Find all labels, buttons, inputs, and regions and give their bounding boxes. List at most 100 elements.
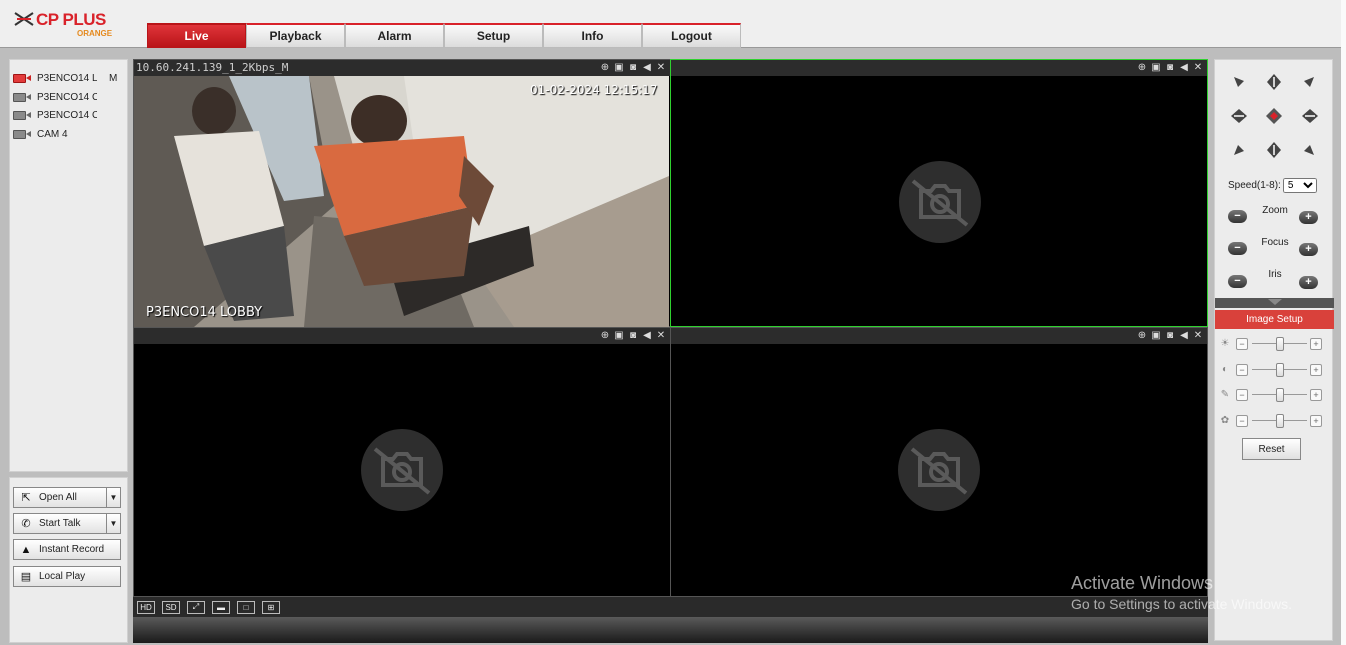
start-talk-dropdown[interactable]: ▼ [106, 514, 120, 533]
audio-icon[interactable]: ◀ [641, 61, 653, 74]
iris-close-button[interactable]: − [1228, 275, 1247, 288]
zoom-icon[interactable]: ⊕ [1136, 61, 1148, 74]
zoom-icon[interactable]: ⊕ [599, 329, 611, 342]
ptz-center-icon[interactable] [1264, 106, 1284, 126]
brightness-decrease-button[interactable]: − [1236, 338, 1248, 350]
close-icon[interactable]: ✕ [655, 329, 667, 342]
pane-titlebar: ⊕ ▣ ◙ ◀ ✕ [671, 60, 1207, 76]
no-video-camera-icon [899, 161, 981, 243]
sd-stream-icon[interactable]: SD [162, 600, 180, 614]
single-view-icon[interactable]: □ [237, 600, 255, 614]
video-statusbar [133, 617, 1208, 643]
hue-increase-button[interactable]: + [1310, 415, 1322, 427]
record-icon[interactable]: ◙ [1164, 329, 1176, 342]
open-all-icon: ⇱ [21, 492, 31, 504]
ptz-right-icon[interactable] [1300, 106, 1320, 126]
saturation-slider-row: ✎ − + [1217, 388, 1332, 402]
pane-tools: ⊕ ▣ ◙ ◀ ✕ [599, 329, 667, 342]
tab-alarm[interactable]: Alarm [345, 23, 444, 48]
collapse-toggle[interactable] [1215, 298, 1334, 308]
zoom-out-button[interactable]: − [1228, 210, 1247, 223]
record-icon[interactable]: ◙ [627, 61, 639, 74]
saturation-slider-thumb[interactable] [1275, 388, 1284, 402]
contrast-icon: ◐ [1221, 364, 1229, 375]
timestamp-overlay: 01-02-2024 12:15:17 [530, 83, 658, 97]
logo-text: CP PLUS [36, 10, 106, 29]
snapshot-icon[interactable]: ▣ [613, 61, 625, 74]
iris-control: − Iris + [1215, 269, 1334, 294]
video-pane-3[interactable]: ⊕ ▣ ◙ ◀ ✕ [133, 327, 671, 597]
ptz-left-icon[interactable] [1229, 106, 1249, 126]
snapshot-icon[interactable]: ▣ [1150, 61, 1162, 74]
ptz-up-icon[interactable] [1264, 72, 1284, 92]
saturation-increase-button[interactable]: + [1310, 389, 1322, 401]
device-item-2[interactable]: P3ENCO14 CAM 2 [13, 89, 125, 105]
device-item-4[interactable]: CAM 4 [13, 126, 125, 142]
video-pane-1[interactable]: 10.60.241.139_1_2Kbps_M ⊕ ▣ ◙ ◀ ✕ 01-02-… [133, 59, 671, 327]
hue-slider-thumb[interactable] [1275, 414, 1284, 428]
fullscreen-icon[interactable]: ⤢ [187, 600, 205, 614]
brightness-increase-button[interactable]: + [1310, 338, 1322, 350]
iris-open-button[interactable]: + [1299, 276, 1318, 289]
video-pane-4[interactable]: ⊕ ▣ ◙ ◀ ✕ [670, 327, 1208, 597]
tab-live[interactable]: Live [147, 23, 246, 48]
snapshot-icon[interactable]: ▣ [613, 329, 625, 342]
tab-info[interactable]: Info [543, 23, 642, 48]
tab-playback[interactable]: Playback [246, 23, 345, 48]
close-icon[interactable]: ✕ [1192, 329, 1204, 342]
zoom-icon[interactable]: ⊕ [1136, 329, 1148, 342]
start-talk-button[interactable]: ✆ Start Talk ▼ [13, 513, 121, 534]
pane-titlebar: ⊕ ▣ ◙ ◀ ✕ [134, 328, 670, 344]
ptz-down-left-icon[interactable] [1229, 140, 1249, 160]
open-all-dropdown[interactable]: ▼ [106, 488, 120, 507]
audio-icon[interactable]: ◀ [641, 329, 653, 342]
tab-setup[interactable]: Setup [444, 23, 543, 48]
ptz-down-icon[interactable] [1264, 140, 1284, 160]
tab-logout[interactable]: Logout [642, 23, 741, 48]
open-all-button[interactable]: ⇱ Open All ▼ [13, 487, 121, 508]
hue-decrease-button[interactable]: − [1236, 415, 1248, 427]
close-icon[interactable]: ✕ [1192, 61, 1204, 74]
audio-icon[interactable]: ◀ [1178, 329, 1190, 342]
focus-far-button[interactable]: + [1299, 243, 1318, 256]
audio-icon[interactable]: ◀ [1178, 61, 1190, 74]
device-item-1[interactable]: P3ENCO14 LOBBY M [13, 70, 125, 86]
ptz-up-left-icon[interactable] [1229, 72, 1249, 92]
stream-type-label: M [109, 72, 118, 84]
hd-stream-icon[interactable]: HD [137, 600, 155, 614]
image-setup-header[interactable]: Image Setup [1215, 310, 1334, 329]
device-item-3[interactable]: P3ENCO14 CAM 3 [13, 107, 125, 123]
ptz-up-right-icon[interactable] [1299, 72, 1319, 92]
logo-subtext: ORANGE [77, 29, 113, 38]
zoom-icon[interactable]: ⊕ [599, 61, 611, 74]
contrast-slider-thumb[interactable] [1275, 363, 1284, 377]
video-grid: 10.60.241.139_1_2Kbps_M ⊕ ▣ ◙ ◀ ✕ 01-02-… [133, 59, 1208, 597]
zoom-control: − Zoom + [1215, 205, 1334, 230]
fit-icon[interactable]: ▬ [212, 600, 230, 614]
ptz-speed: Speed(1-8): 1234 5678 [1228, 178, 1317, 193]
channel-name-overlay: P3ENCO14 LOBBY [146, 305, 263, 320]
local-play-button[interactable]: ▤ Local Play [13, 566, 121, 587]
record-icon[interactable]: ◙ [627, 329, 639, 342]
contrast-increase-button[interactable]: + [1310, 364, 1322, 376]
cp-plus-logo: CP PLUS ORANGE [14, 9, 124, 45]
contrast-decrease-button[interactable]: − [1236, 364, 1248, 376]
snapshot-icon[interactable]: ▣ [1150, 329, 1162, 342]
speed-select[interactable]: 1234 5678 [1282, 178, 1317, 193]
record-icon[interactable]: ◙ [1164, 61, 1176, 74]
device-label: P3ENCO14 LOBBY [37, 72, 97, 84]
quad-view-icon[interactable]: ⊞ [262, 600, 280, 614]
device-label: CAM 4 [37, 128, 68, 140]
ptz-down-right-icon[interactable] [1299, 140, 1319, 160]
focus-label: Focus [1261, 237, 1289, 248]
instant-record-button[interactable]: ▲ Instant Record [13, 539, 121, 560]
close-icon[interactable]: ✕ [655, 61, 667, 74]
video-pane-2[interactable]: ⊕ ▣ ◙ ◀ ✕ [670, 59, 1208, 327]
focus-near-button[interactable]: − [1228, 242, 1247, 255]
saturation-decrease-button[interactable]: − [1236, 389, 1248, 401]
zoom-in-button[interactable]: + [1299, 211, 1318, 224]
reset-button[interactable]: Reset [1242, 438, 1301, 460]
camera-icon [13, 73, 31, 84]
device-label: P3ENCO14 CAM 2 [37, 91, 97, 103]
brightness-slider-thumb[interactable] [1275, 337, 1284, 351]
